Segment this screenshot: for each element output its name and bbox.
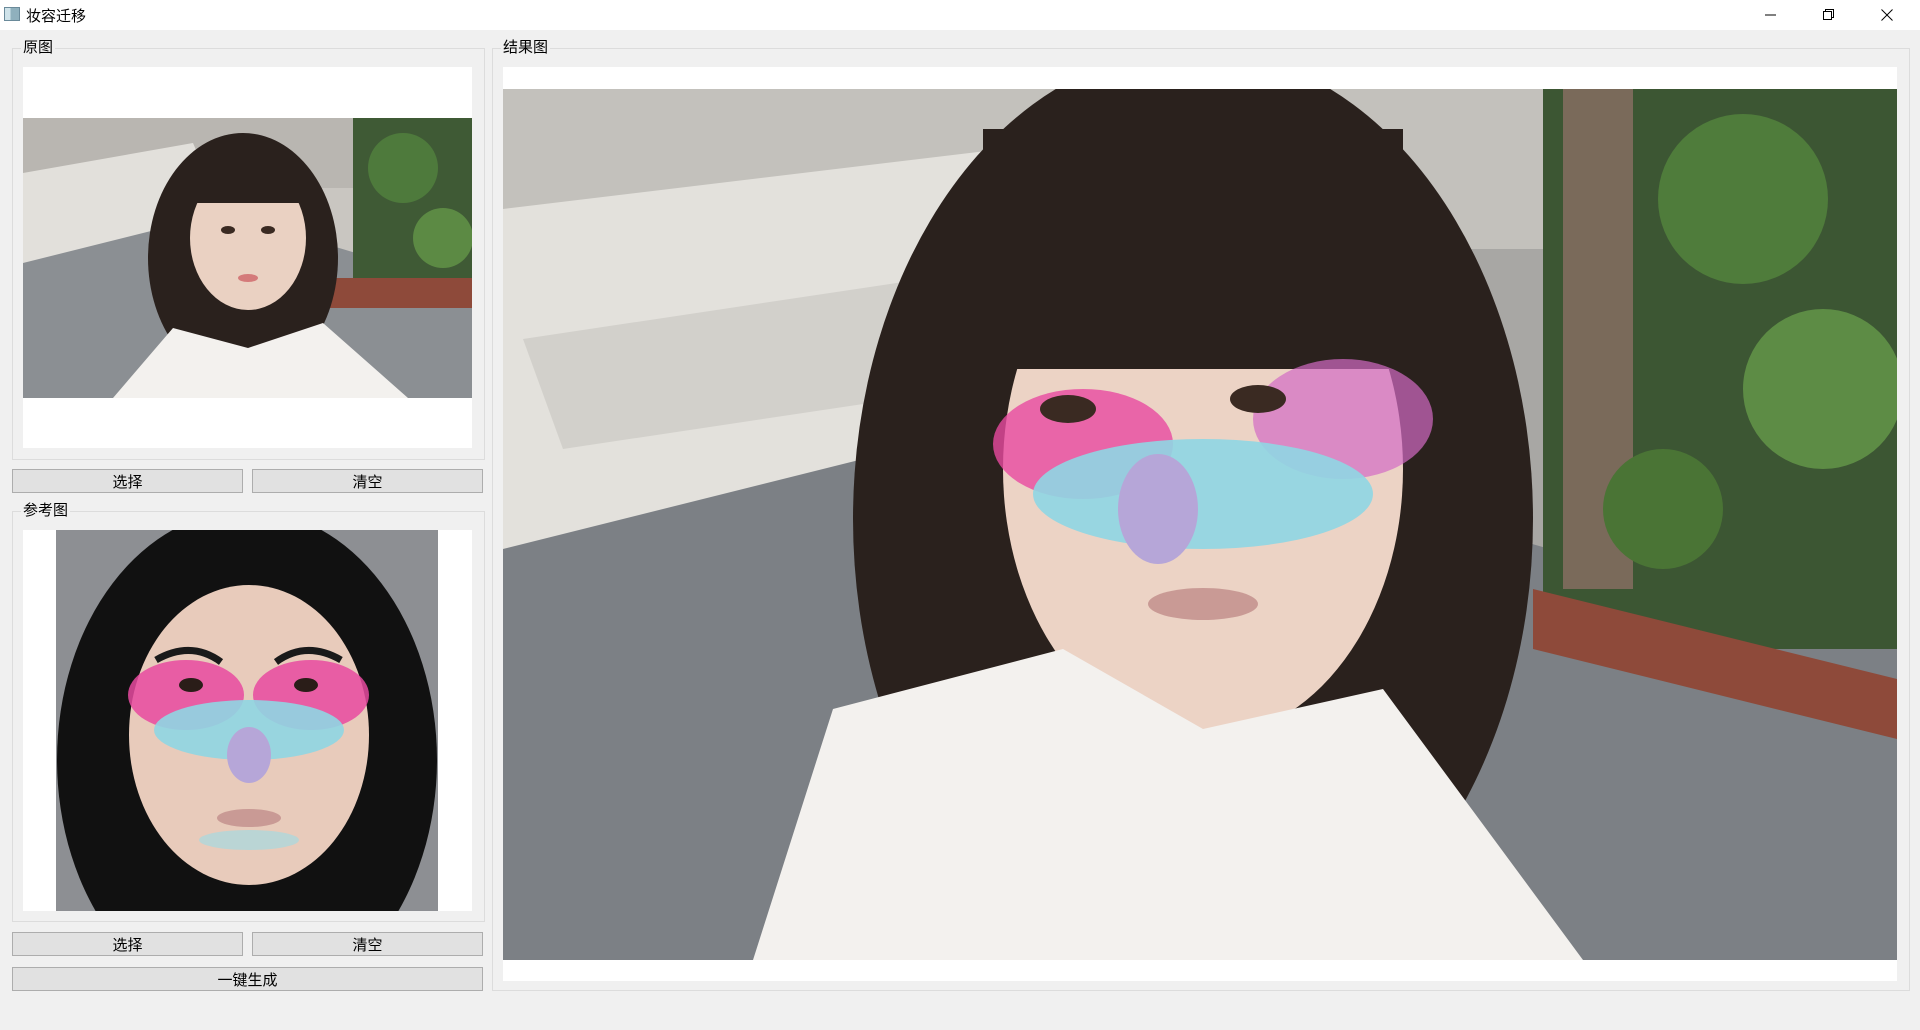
close-icon — [1881, 9, 1893, 21]
restore-icon — [1823, 9, 1834, 20]
original-image-panel — [23, 67, 472, 448]
original-photo — [23, 118, 472, 398]
window-title: 妆容迁移 — [26, 7, 87, 25]
restore-button[interactable] — [1800, 0, 1858, 30]
reference-image-panel — [23, 530, 472, 911]
original-clear-button[interactable]: 清空 — [252, 469, 483, 493]
reference-photo — [56, 530, 438, 911]
minimize-icon — [1765, 14, 1776, 16]
title-bar: 妆容迁移 — [0, 0, 1920, 30]
reference-select-button[interactable]: 选择 — [12, 932, 243, 956]
app-icon — [4, 7, 20, 21]
reference-group-title: 参考图 — [21, 501, 71, 519]
original-select-button[interactable]: 选择 — [12, 469, 243, 493]
result-group-title: 结果图 — [501, 38, 551, 56]
original-group-title: 原图 — [21, 38, 56, 56]
reference-clear-button[interactable]: 清空 — [252, 932, 483, 956]
result-photo — [503, 89, 1897, 960]
close-button[interactable] — [1858, 0, 1916, 30]
result-image-panel — [503, 67, 1897, 981]
minimize-button[interactable] — [1742, 0, 1800, 30]
generate-button[interactable]: 一键生成 — [12, 967, 483, 991]
